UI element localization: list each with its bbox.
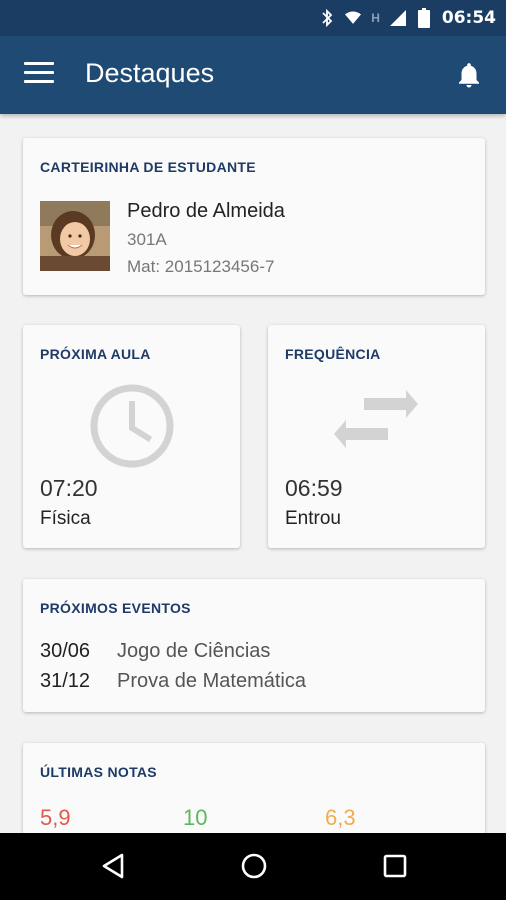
navigation-bar bbox=[0, 833, 506, 900]
recents-icon[interactable] bbox=[380, 851, 410, 881]
page-title: Destaques bbox=[85, 58, 215, 88]
card-title: PRÓXIMOS EVENTOS bbox=[40, 600, 191, 616]
events-card[interactable]: PRÓXIMOS EVENTOS 30/06 Jogo de Ciências 3… bbox=[23, 579, 485, 712]
student-registration: Mat: 2015123456-7 bbox=[127, 257, 275, 276]
next-class-card[interactable]: PRÓXIMA AULA 07:20 Física bbox=[23, 325, 240, 548]
wifi-icon bbox=[345, 10, 362, 26]
student-name: Pedro de Almeida bbox=[127, 200, 285, 222]
avatar bbox=[40, 201, 110, 271]
clock-icon bbox=[88, 382, 176, 470]
back-icon[interactable] bbox=[98, 851, 128, 881]
next-class-subject: Física bbox=[40, 508, 91, 529]
next-class-time: 07:20 bbox=[40, 475, 98, 501]
student-id-card[interactable]: CARTEIRINHA DE ESTUDANTE Pedro de Almeid… bbox=[23, 138, 485, 295]
event-date: 31/12 bbox=[40, 670, 91, 692]
student-class: 301A bbox=[127, 230, 167, 249]
signal-icon bbox=[389, 10, 406, 26]
attendance-card[interactable]: FREQUÊNCIA 06:59 Entrou bbox=[268, 325, 485, 548]
card-title: CARTEIRINHA DE ESTUDANTE bbox=[40, 159, 256, 175]
event-item[interactable]: 31/12 Prova de Matemática bbox=[40, 670, 306, 693]
home-icon[interactable] bbox=[239, 851, 269, 881]
attendance-time: 06:59 bbox=[285, 475, 343, 501]
card-title: ÚLTIMAS NOTAS bbox=[40, 764, 157, 780]
event-name: Jogo de Ciências bbox=[117, 640, 271, 662]
grade-value: 5,9 bbox=[40, 805, 71, 830]
event-item[interactable]: 30/06 Jogo de Ciências bbox=[40, 640, 270, 663]
battery-icon bbox=[416, 8, 432, 28]
swap-arrows-icon bbox=[334, 388, 418, 458]
bell-icon[interactable] bbox=[454, 60, 484, 90]
attendance-status: Entrou bbox=[285, 508, 341, 529]
status-time: 06:54 bbox=[441, 8, 496, 28]
app-bar: Destaques bbox=[0, 36, 506, 114]
grade-value: 6,3 bbox=[325, 805, 356, 830]
network-type-label: H bbox=[371, 11, 380, 25]
menu-icon[interactable] bbox=[24, 62, 54, 88]
status-bar: H 06:54 bbox=[0, 0, 506, 36]
grade-value: 10 bbox=[183, 805, 208, 830]
bluetooth-icon bbox=[319, 9, 335, 27]
event-date: 30/06 bbox=[40, 640, 91, 662]
card-title: PRÓXIMA AULA bbox=[40, 346, 151, 362]
event-name: Prova de Matemática bbox=[117, 670, 306, 692]
card-title: FREQUÊNCIA bbox=[285, 346, 381, 362]
